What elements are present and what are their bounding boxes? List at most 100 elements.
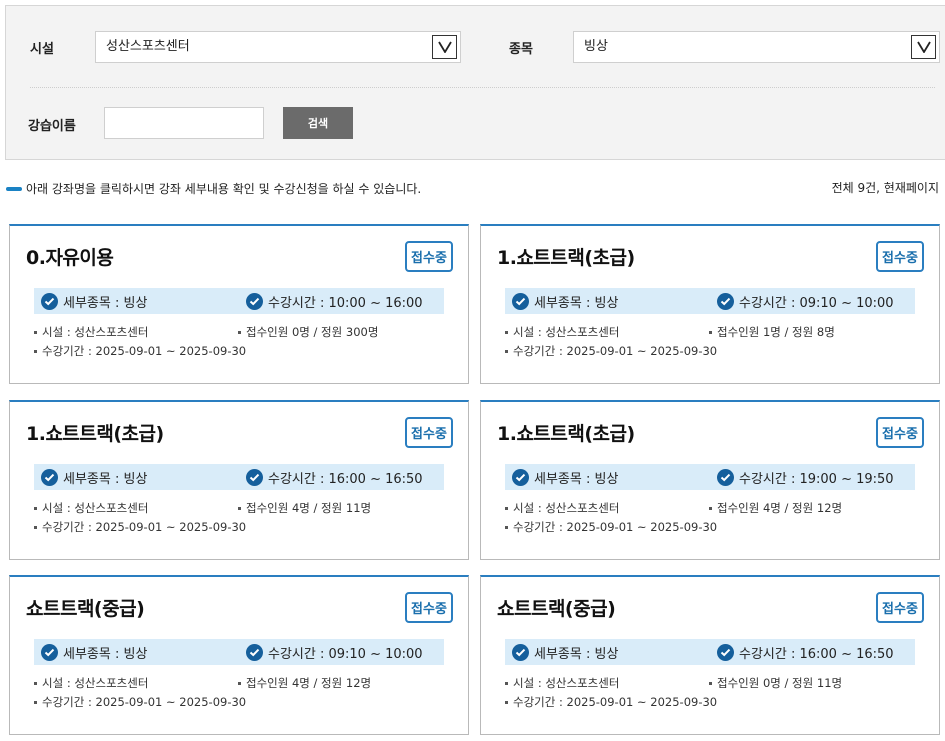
sub-sport-text: 세부종목 : 빙상 xyxy=(63,295,148,311)
course-card[interactable]: 1.쇼트트랙(초급) 접수중세부종목 : 빙상 수강시간 : 19:00 ~ 19:… xyxy=(480,400,940,560)
enrollment-meta: 접수인원 0명 / 정원 300명 xyxy=(238,324,378,340)
course-card-list: 0.자유이용 접수중 세부종목 : 빙상 수강시간 : 10:00 ~ 16:00 시설… xyxy=(0,0,945,741)
course-info-strip: 세부종목 : 빙상 수강시간 : 19:00 ~ 19:50 xyxy=(505,464,915,490)
course-info-strip: 세부종목 : 빙상 수강시간 : 09:10 ~ 10:00 xyxy=(34,639,444,665)
course-card[interactable]: 쇼트트랙(중급) 접수중세부종목 : 빙상 수강시간 : 16:00 ~ 16:50… xyxy=(480,575,940,735)
facility-meta: 시설 : 성산스포츠센터 xyxy=(505,500,619,516)
bullet-icon xyxy=(709,330,712,334)
facility-meta: 시설 : 성산스포츠센터 xyxy=(34,324,148,340)
check-circle-icon xyxy=(717,468,734,486)
facility-meta: 시설 : 성산스포츠센터 xyxy=(34,500,148,516)
facility-meta-text: 시설 : 성산스포츠센터 xyxy=(42,325,149,339)
course-title[interactable]: 0.자유이용 xyxy=(26,243,114,270)
course-title[interactable]: 1.쇼트트랙(초급) xyxy=(497,419,635,446)
period-meta: 수강기간 : 2025-09-01 ~ 2025-09-30 xyxy=(34,343,246,359)
course-info-strip: 세부종목 : 빙상 수강시간 : 16:00 ~ 16:50 xyxy=(34,464,444,490)
status-button[interactable]: 접수중 xyxy=(876,592,924,623)
bullet-icon xyxy=(505,330,508,334)
course-info-strip: 세부종목 : 빙상 수강시간 : 10:00 ~ 16:00 xyxy=(34,288,444,314)
bullet-icon xyxy=(238,681,241,685)
check-circle-icon xyxy=(41,292,58,310)
course-card[interactable]: 쇼트트랙(중급) 접수중세부종목 : 빙상 수강시간 : 09:10 ~ 10:00… xyxy=(9,575,469,735)
class-time-item: 수강시간 : 10:00 ~ 16:00 xyxy=(246,288,423,314)
class-time-text: 수강시간 : 19:00 ~ 19:50 xyxy=(739,471,894,487)
facility-meta: 시설 : 성산스포츠센터 xyxy=(505,675,619,691)
bullet-icon xyxy=(505,681,508,685)
check-circle-icon xyxy=(246,292,263,310)
enrollment-meta-text: 접수인원 0명 / 정원 300명 xyxy=(246,325,379,339)
facility-meta-text: 시설 : 성산스포츠센터 xyxy=(513,325,620,339)
check-circle-icon xyxy=(512,292,529,310)
course-title[interactable]: 쇼트트랙(중급) xyxy=(497,594,616,621)
course-card[interactable]: 1.쇼트트랙(초급) 접수중세부종목 : 빙상 수강시간 : 16:00 ~ 16:… xyxy=(9,400,469,560)
class-time-item: 수강시간 : 19:00 ~ 19:50 xyxy=(717,464,894,490)
course-title[interactable]: 쇼트트랙(중급) xyxy=(26,594,145,621)
class-time-text: 수강시간 : 09:10 ~ 10:00 xyxy=(268,646,423,662)
sub-sport-item: 세부종목 : 빙상 xyxy=(41,288,147,314)
enrollment-meta-text: 접수인원 1명 / 정원 8명 xyxy=(717,325,835,339)
sub-sport-text: 세부종목 : 빙상 xyxy=(534,471,619,487)
bullet-icon xyxy=(505,525,508,529)
sub-sport-item: 세부종목 : 빙상 xyxy=(41,639,147,665)
enrollment-meta: 접수인원 0명 / 정원 11명 xyxy=(709,675,842,691)
class-time-text: 수강시간 : 09:10 ~ 10:00 xyxy=(739,295,894,311)
status-button[interactable]: 접수중 xyxy=(876,241,924,272)
period-meta-text: 수강기간 : 2025-09-01 ~ 2025-09-30 xyxy=(42,520,247,534)
check-circle-icon xyxy=(41,468,58,486)
facility-meta-text: 시설 : 성산스포츠센터 xyxy=(513,501,620,515)
class-time-text: 수강시간 : 16:00 ~ 16:50 xyxy=(268,471,423,487)
course-card[interactable]: 1.쇼트트랙(초급) 접수중세부종목 : 빙상 수강시간 : 09:10 ~ 10:… xyxy=(480,224,940,384)
bullet-icon xyxy=(34,349,37,353)
check-circle-icon xyxy=(512,468,529,486)
enrollment-meta: 접수인원 4명 / 정원 12명 xyxy=(709,500,842,516)
enrollment-meta-text: 접수인원 4명 / 정원 12명 xyxy=(717,501,843,515)
check-circle-icon xyxy=(717,643,734,661)
course-info-strip: 세부종목 : 빙상 수강시간 : 16:00 ~ 16:50 xyxy=(505,639,915,665)
status-button[interactable]: 접수중 xyxy=(405,417,453,448)
course-card[interactable]: 0.자유이용 접수중세부종목 : 빙상 수강시간 : 10:00 ~ 16:00 시설… xyxy=(9,224,469,384)
course-title[interactable]: 1.쇼트트랙(초급) xyxy=(26,419,164,446)
status-button[interactable]: 접수중 xyxy=(405,592,453,623)
bullet-icon xyxy=(709,506,712,510)
sub-sport-item: 세부종목 : 빙상 xyxy=(512,288,618,314)
period-meta-text: 수강기간 : 2025-09-01 ~ 2025-09-30 xyxy=(42,695,247,709)
check-circle-icon xyxy=(246,643,263,661)
bullet-icon xyxy=(238,506,241,510)
period-meta-text: 수강기간 : 2025-09-01 ~ 2025-09-30 xyxy=(42,344,247,358)
check-circle-icon xyxy=(246,468,263,486)
bullet-icon xyxy=(34,506,37,510)
bullet-icon xyxy=(34,700,37,704)
bullet-icon xyxy=(709,681,712,685)
bullet-icon xyxy=(505,700,508,704)
period-meta-text: 수강기간 : 2025-09-01 ~ 2025-09-30 xyxy=(513,520,718,534)
period-meta-text: 수강기간 : 2025-09-01 ~ 2025-09-30 xyxy=(513,344,718,358)
course-title[interactable]: 1.쇼트트랙(초급) xyxy=(497,243,635,270)
status-button[interactable]: 접수중 xyxy=(876,417,924,448)
period-meta-text: 수강기간 : 2025-09-01 ~ 2025-09-30 xyxy=(513,695,718,709)
check-circle-icon xyxy=(41,643,58,661)
class-time-item: 수강시간 : 16:00 ~ 16:50 xyxy=(246,464,423,490)
sub-sport-text: 세부종목 : 빙상 xyxy=(534,646,619,662)
enrollment-meta: 접수인원 4명 / 정원 12명 xyxy=(238,675,371,691)
facility-meta-text: 시설 : 성산스포츠센터 xyxy=(513,676,620,690)
period-meta: 수강기간 : 2025-09-01 ~ 2025-09-30 xyxy=(34,519,246,535)
class-time-text: 수강시간 : 16:00 ~ 16:50 xyxy=(739,646,894,662)
sub-sport-text: 세부종목 : 빙상 xyxy=(63,646,148,662)
facility-meta-text: 시설 : 성산스포츠센터 xyxy=(42,501,149,515)
status-button[interactable]: 접수중 xyxy=(405,241,453,272)
period-meta: 수강기간 : 2025-09-01 ~ 2025-09-30 xyxy=(34,694,246,710)
period-meta: 수강기간 : 2025-09-01 ~ 2025-09-30 xyxy=(505,694,717,710)
check-circle-icon xyxy=(717,292,734,310)
class-time-item: 수강시간 : 09:10 ~ 10:00 xyxy=(246,639,423,665)
sub-sport-text: 세부종목 : 빙상 xyxy=(63,471,148,487)
enrollment-meta-text: 접수인원 4명 / 정원 12명 xyxy=(246,676,372,690)
enrollment-meta-text: 접수인원 4명 / 정원 11명 xyxy=(246,501,372,515)
class-time-text: 수강시간 : 10:00 ~ 16:00 xyxy=(268,295,423,311)
enrollment-meta: 접수인원 4명 / 정원 11명 xyxy=(238,500,371,516)
bullet-icon xyxy=(34,525,37,529)
bullet-icon xyxy=(505,349,508,353)
facility-meta: 시설 : 성산스포츠센터 xyxy=(34,675,148,691)
enrollment-meta-text: 접수인원 0명 / 정원 11명 xyxy=(717,676,843,690)
sub-sport-item: 세부종목 : 빙상 xyxy=(512,639,618,665)
check-circle-icon xyxy=(512,643,529,661)
